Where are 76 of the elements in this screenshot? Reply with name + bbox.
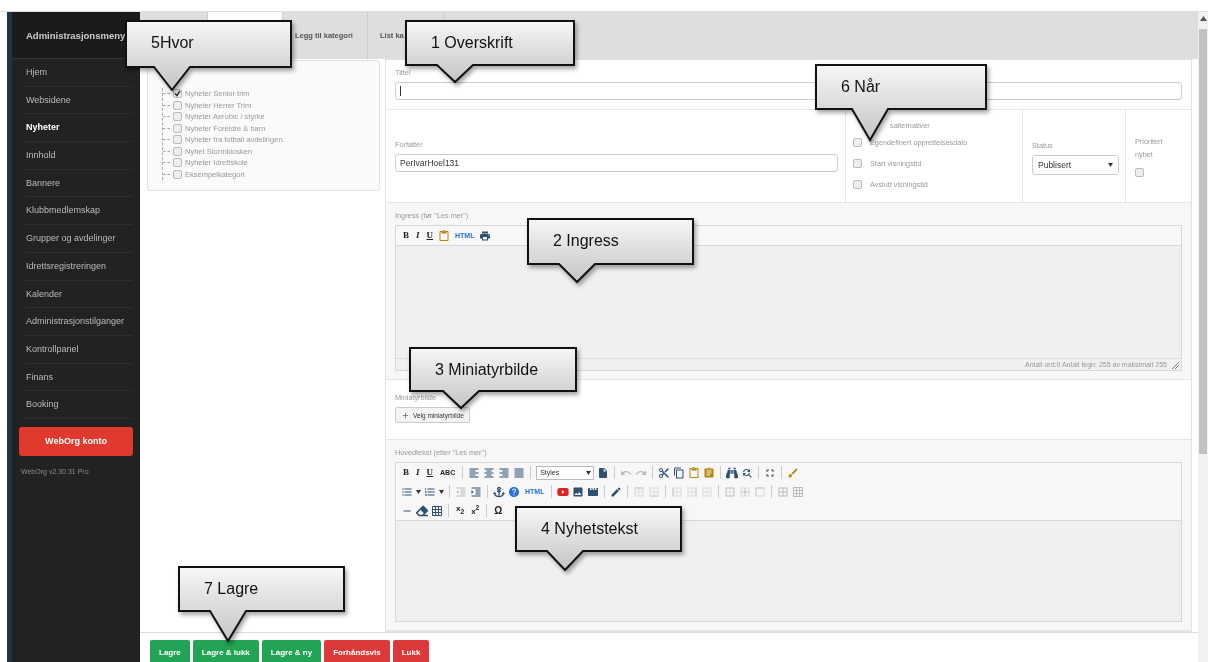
sidebar-item[interactable]: Kalender xyxy=(26,280,133,309)
bold-button[interactable]: B xyxy=(401,468,411,477)
action-button[interactable]: Forhåndsvis xyxy=(324,640,390,662)
copy-icon[interactable] xyxy=(673,466,686,479)
image-icon[interactable] xyxy=(572,485,585,498)
sidebar-item[interactable]: Idrettsregistreringen xyxy=(26,252,133,281)
callout-tooltip: 7 Lagre xyxy=(178,566,345,643)
eraser-icon[interactable] xyxy=(416,504,428,517)
align-left-icon[interactable] xyxy=(468,466,481,479)
checkbox[interactable] xyxy=(1135,168,1144,177)
bullet-list-icon[interactable] xyxy=(401,485,413,498)
author-input[interactable]: PerIvarHoel131 xyxy=(395,154,838,172)
scroll-up-icon[interactable] xyxy=(1199,16,1207,21)
indent-icon[interactable] xyxy=(470,485,482,498)
caret-icon xyxy=(586,470,592,475)
help-icon[interactable] xyxy=(508,485,520,498)
caret-icon xyxy=(1108,163,1113,167)
checkbox[interactable] xyxy=(173,146,182,156)
align-right-icon[interactable] xyxy=(498,466,511,479)
checkbox[interactable] xyxy=(173,158,182,168)
binoculars-icon[interactable] xyxy=(726,466,739,479)
scrollbar-thumb[interactable] xyxy=(1199,29,1207,454)
caret-icon xyxy=(416,489,421,494)
checkbox[interactable] xyxy=(173,89,182,99)
sidebar-item[interactable]: Bannere xyxy=(26,169,133,198)
sidebar-item[interactable]: Nyheter xyxy=(26,114,133,143)
brush-icon[interactable] xyxy=(787,466,800,479)
checkbox[interactable] xyxy=(173,169,182,179)
account-button[interactable]: WebOrg konto xyxy=(19,426,133,456)
clipboard-text-icon[interactable] xyxy=(703,466,716,479)
sidebar-item[interactable]: Booking xyxy=(26,391,133,419)
resize-grip-icon[interactable] xyxy=(1171,360,1179,369)
table-icon[interactable] xyxy=(431,504,443,517)
scissors-icon[interactable] xyxy=(658,466,671,479)
checkbox[interactable] xyxy=(173,100,182,110)
sidebar-item[interactable]: Klubbmedlemskap xyxy=(26,197,133,226)
italic-button[interactable]: I xyxy=(414,231,422,240)
status-select[interactable]: Publisert xyxy=(1032,155,1119,175)
sidebar-item[interactable]: Administrasjonstilganger xyxy=(26,308,133,336)
checkbox[interactable] xyxy=(853,180,862,189)
numbered-list-icon[interactable] xyxy=(424,485,436,498)
sidebar-item[interactable]: Kontrollpanel xyxy=(26,335,133,364)
sidebar-item[interactable]: Grupper og avdelinger xyxy=(26,225,133,253)
callout-tooltip: 4 Nyhetstekst xyxy=(515,506,682,572)
edit-icon[interactable] xyxy=(610,485,623,498)
film-icon[interactable] xyxy=(587,485,600,498)
checkbox[interactable] xyxy=(853,138,862,147)
sidebar-item[interactable]: Websidene xyxy=(26,86,133,115)
checkbox[interactable] xyxy=(173,112,182,122)
checkbox[interactable] xyxy=(853,159,862,168)
callout-tooltip: 5Hvor xyxy=(125,20,292,92)
superscript-button[interactable]: x$^{2}$ xyxy=(469,505,482,516)
checkbox[interactable] xyxy=(173,123,182,133)
plus-icon xyxy=(401,410,410,420)
anchor-icon[interactable] xyxy=(493,485,505,498)
caret-icon xyxy=(439,489,444,494)
special-character-button[interactable]: Ω xyxy=(492,505,505,516)
underline-button[interactable]: U xyxy=(424,468,436,477)
align-justify-icon[interactable] xyxy=(513,466,526,479)
sidebar-item[interactable]: Finans xyxy=(26,363,133,392)
clipboard-icon[interactable] xyxy=(438,229,451,242)
action-button[interactable]: Lukk xyxy=(392,640,430,662)
checkbox[interactable] xyxy=(173,135,182,145)
underline-button[interactable]: U xyxy=(424,231,436,240)
replace-icon[interactable] xyxy=(741,466,754,479)
video-icon[interactable] xyxy=(557,485,570,498)
bold-button[interactable]: B xyxy=(401,231,411,240)
clipboard-icon[interactable] xyxy=(688,466,701,479)
printer-icon[interactable] xyxy=(479,229,492,242)
callout-tooltip: 2 Ingress xyxy=(527,218,694,284)
document-icon[interactable] xyxy=(597,466,610,479)
sidebar-item[interactable]: Innhold xyxy=(26,142,133,170)
italic-button[interactable]: I xyxy=(414,468,422,477)
sidebar-title: Administrasjonsmeny xyxy=(26,29,126,41)
align-center-icon[interactable] xyxy=(483,466,496,479)
subscript-button[interactable]: x$_{2}$ xyxy=(454,505,467,516)
